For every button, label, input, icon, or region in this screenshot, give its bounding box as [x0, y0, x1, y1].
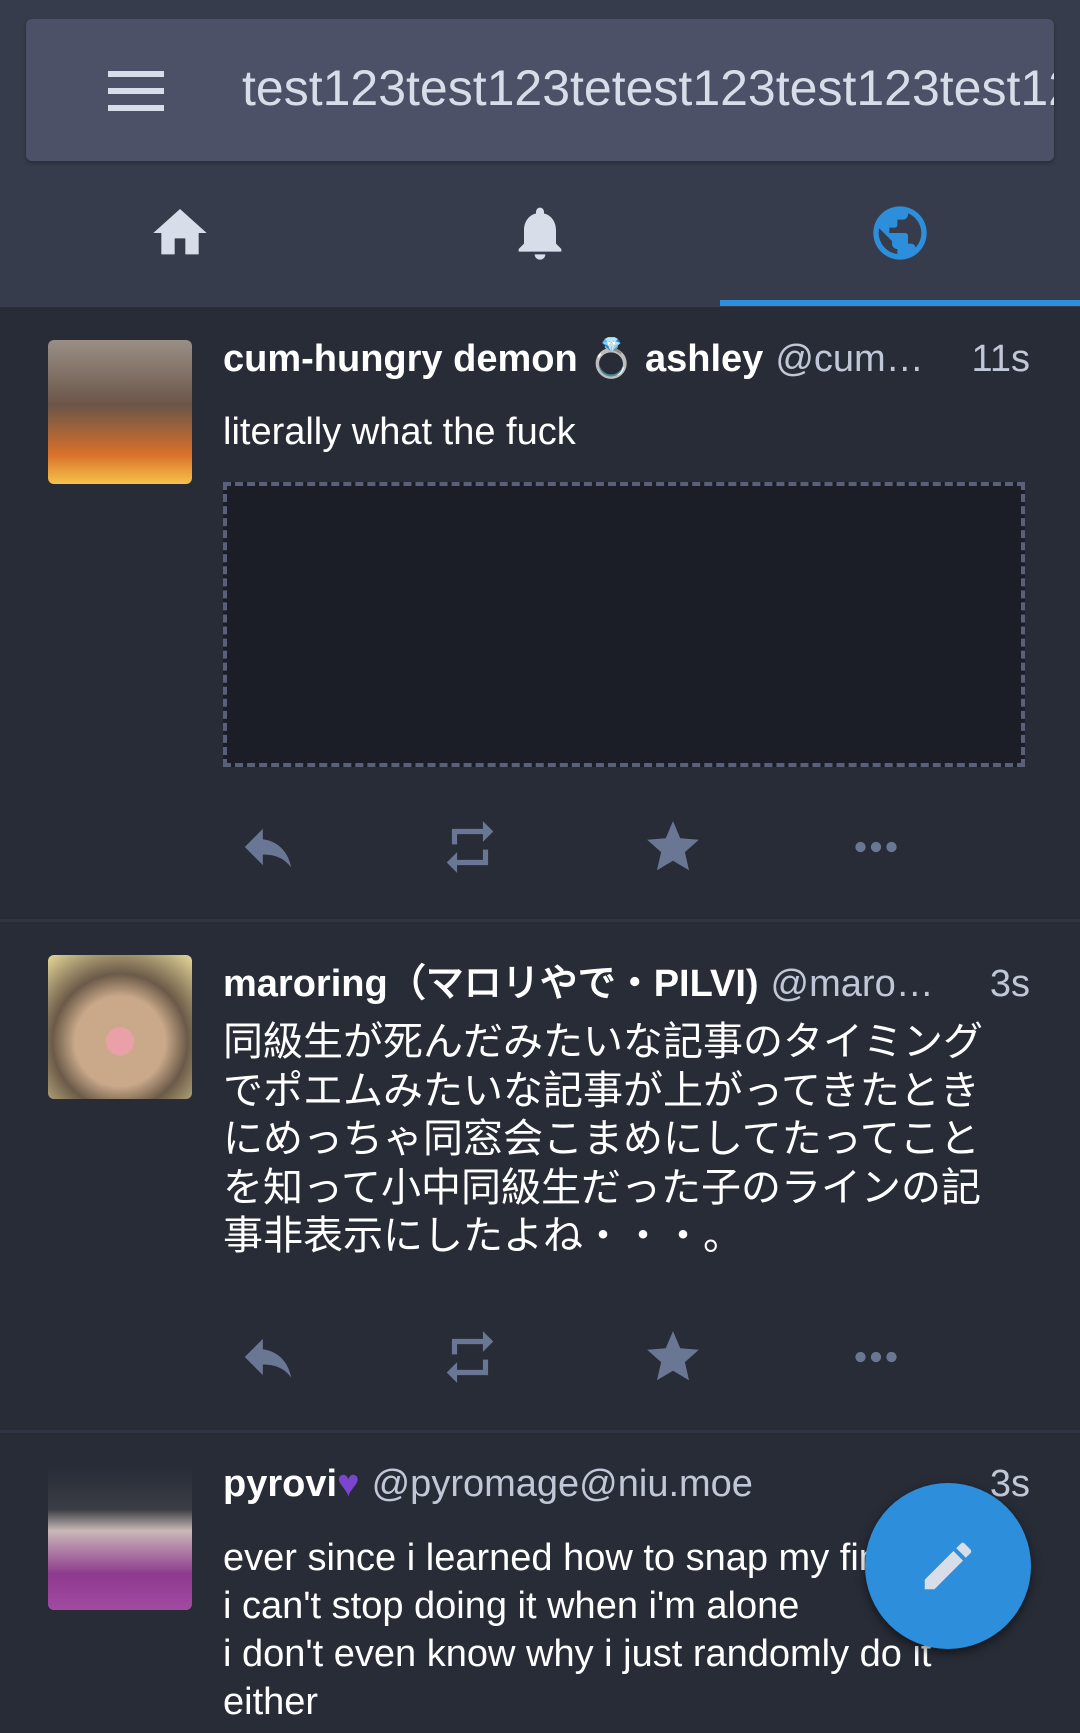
more-button[interactable]	[841, 1322, 911, 1392]
status-header: maroring（マロリやで・PILVI) @maro… 3s	[223, 952, 1030, 1007]
globe-icon	[873, 206, 927, 260]
media-attachment[interactable]	[223, 482, 1025, 767]
compose-button[interactable]	[865, 1483, 1031, 1649]
account-handle[interactable]: @pyromage@niu.moe	[372, 1463, 978, 1506]
page-title: test123test123tetest123test123test123tes…	[242, 60, 1054, 116]
pencil-icon	[924, 1542, 972, 1590]
account-handle[interactable]: @maro…	[771, 963, 978, 1006]
purple-heart-icon: ♥	[337, 1463, 360, 1505]
more-icon	[855, 1351, 897, 1363]
avatar[interactable]	[48, 955, 192, 1099]
account-handle[interactable]: @cum…	[775, 338, 959, 381]
boost-icon	[446, 1331, 494, 1383]
avatar[interactable]	[48, 1466, 192, 1610]
status-actions	[223, 1322, 943, 1392]
tab-federated[interactable]	[720, 161, 1080, 305]
status-item[interactable]: cum-hungry demon 💍 ashley @cum… 11s lite…	[0, 307, 1080, 922]
timestamp[interactable]: 3s	[990, 963, 1030, 1006]
reply-icon	[244, 1338, 292, 1378]
bell-icon	[518, 207, 562, 260]
header: test123test123tetest123test123test123tes…	[0, 0, 1080, 307]
reply-button[interactable]	[233, 812, 303, 882]
boost-icon	[446, 821, 494, 873]
display-name[interactable]: cum-hungry demon	[223, 338, 578, 381]
status-content: literally what the fuck	[223, 411, 576, 453]
status-content: 同級生が死んだみたいな記事のタイミング でポエムみたいな記事が上がってきたとき …	[223, 1020, 983, 1258]
hamburger-icon[interactable]	[108, 71, 164, 111]
ring-icon: 💍	[587, 338, 636, 380]
status-item[interactable]: maroring（マロリやで・PILVI) @maro… 3s 同級生が死んだみ…	[0, 922, 1080, 1433]
status-actions	[223, 812, 943, 882]
reply-button[interactable]	[233, 1322, 303, 1392]
avatar[interactable]	[48, 340, 192, 484]
more-icon	[855, 841, 897, 853]
favourite-button[interactable]	[638, 1322, 708, 1392]
display-name-suffix[interactable]: ashley	[645, 338, 763, 381]
boost-button[interactable]	[435, 1322, 505, 1392]
more-button[interactable]	[841, 812, 911, 882]
reply-icon	[244, 828, 292, 868]
status-header: cum-hungry demon 💍 ashley @cum… 11s	[223, 337, 1030, 381]
tab-home[interactable]	[0, 161, 360, 305]
home-icon	[153, 209, 207, 255]
tab-notifications[interactable]	[360, 161, 720, 305]
favourite-button[interactable]	[638, 812, 708, 882]
favourite-icon	[647, 821, 699, 871]
display-name[interactable]: pyrovi	[223, 1463, 337, 1506]
active-tab-indicator	[720, 300, 1080, 306]
display-name[interactable]: maroring（マロリやで・PILVI)	[223, 952, 759, 1007]
boost-button[interactable]	[435, 812, 505, 882]
timestamp[interactable]: 11s	[972, 338, 1030, 381]
favourite-icon	[647, 1331, 699, 1381]
top-bar: test123test123tetest123test123test123tes…	[26, 19, 1054, 161]
